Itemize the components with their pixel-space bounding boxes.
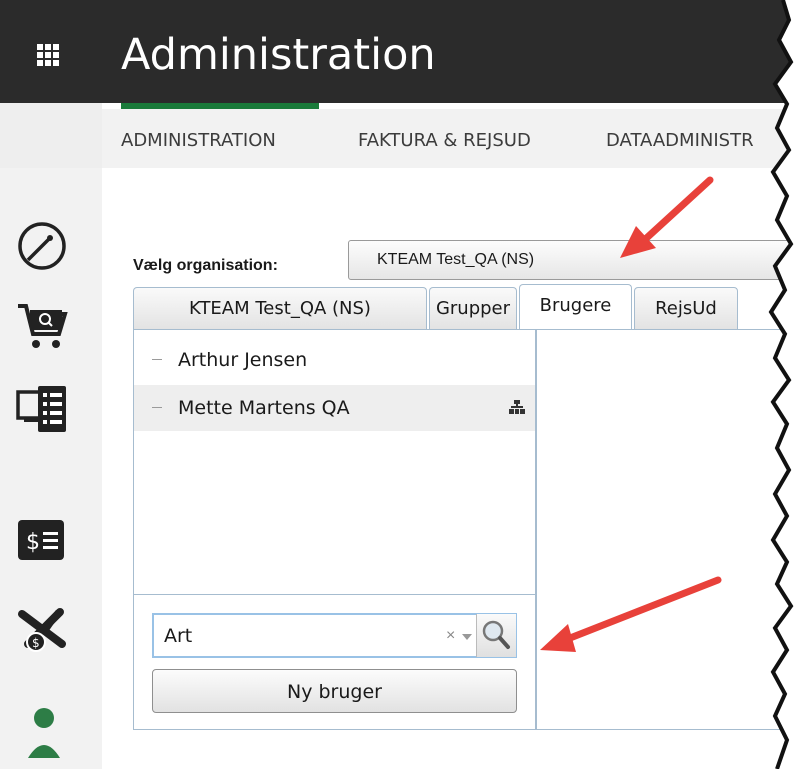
torn-edge [768, 0, 811, 769]
shopping-cart-icon[interactable] [14, 298, 70, 354]
apps-grid-icon[interactable] [37, 44, 59, 66]
tab-rejsud[interactable]: RejsUd [634, 287, 738, 329]
nav-administration[interactable]: ADMINISTRATION [121, 130, 276, 151]
devices-list-icon[interactable] [14, 382, 70, 438]
user-search-value: Art [164, 625, 193, 647]
search-button[interactable] [476, 614, 516, 657]
svg-text:$: $ [26, 530, 40, 555]
clear-icon[interactable]: × [446, 627, 455, 645]
user-icon[interactable] [14, 702, 70, 758]
new-user-button[interactable]: Ny bruger [152, 669, 517, 713]
org-hierarchy-icon[interactable] [509, 400, 525, 414]
travel-expense-plane-icon[interactable]: $ [14, 600, 70, 656]
panel-divider [535, 329, 537, 730]
organisation-select[interactable]: KTEAM Test_QA (NS) [348, 240, 811, 280]
list-item[interactable]: Mette Martens QA [134, 385, 535, 431]
tab-grupper[interactable]: Grupper [429, 287, 517, 329]
organisation-label: Vælg organisation: [133, 257, 278, 274]
user-name: Mette Martens QA [178, 397, 350, 419]
list-separator [134, 594, 535, 595]
invoice-dollar-icon[interactable]: $ [14, 512, 70, 568]
nav-faktura-rejsud[interactable]: FAKTURA & REJSUD [358, 130, 531, 151]
organisation-select-value: KTEAM Test_QA (NS) [377, 251, 535, 268]
tab-brugere[interactable]: Brugere [519, 284, 632, 330]
tree-dash [152, 359, 162, 360]
page-title: Administration [121, 30, 436, 80]
nav-corner [0, 103, 102, 168]
nav-dataadministration[interactable]: DATAADMINISTR [606, 130, 754, 151]
svg-text:$: $ [32, 636, 40, 650]
search-icon [482, 620, 510, 649]
list-item[interactable]: Arthur Jensen [134, 337, 535, 383]
user-name: Arthur Jensen [178, 349, 308, 371]
arrow-to-org-select [636, 176, 714, 248]
tab-organisation[interactable]: KTEAM Test_QA (NS) [133, 287, 427, 329]
chevron-down-icon[interactable] [462, 634, 472, 640]
active-nav-indicator [121, 103, 319, 109]
tree-dash [152, 407, 162, 408]
dashboard-gauge-icon[interactable] [14, 218, 70, 274]
